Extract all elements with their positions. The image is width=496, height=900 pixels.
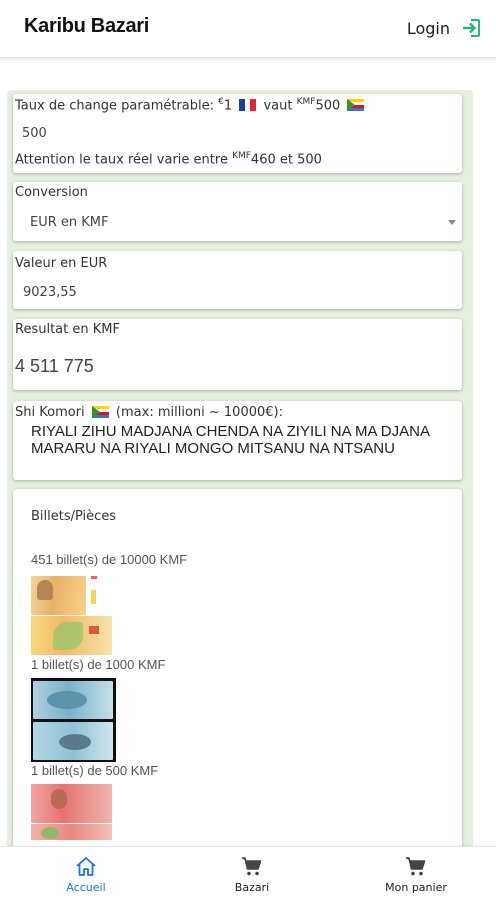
rate-amount: 1 [223, 98, 233, 114]
rate-vaut: vaut [263, 98, 297, 114]
banknote-500-front-image [31, 784, 112, 823]
eur-value-field[interactable]: Valeur en EUR 9023,55 [13, 251, 462, 309]
rate-label: Taux de change paramétrable: €1 vaut KMF… [15, 97, 367, 113]
notes-title: Billets/Pièces [31, 509, 117, 524]
comoros-flag-icon [347, 99, 365, 112]
bottom-navigation: Accueil Bazari Mon panier [0, 846, 496, 900]
shikomori-label: Shi Komori (max: millioni ~ 10000€): [15, 405, 283, 420]
conversion-label: Conversion [15, 185, 88, 200]
nav-accueil[interactable]: Accueil [56, 847, 116, 900]
shikomori-label-text: Shi Komori [15, 405, 85, 420]
kmf-result-label: Resultat en KMF [15, 322, 120, 337]
kmf-result-field: Resultat en KMF 4 511 775 [13, 319, 462, 390]
app-header: Karibu Bazari Login [0, 0, 496, 58]
kmf-sup: KMF [296, 97, 316, 107]
shikomori-card: Shi Komori (max: millioni ~ 10000€): RIY… [13, 401, 462, 480]
nav-mon-panier[interactable]: Mon panier [376, 847, 456, 900]
cart-icon [406, 857, 426, 876]
conversion-selected[interactable]: EUR en KMF [30, 215, 108, 230]
converter-panel: Taux de change paramétrable: €1 vaut KMF… [7, 90, 473, 848]
comoros-flag-icon [91, 406, 109, 418]
banknote-1000-front-image [33, 681, 113, 719]
rate-warning: Attention le taux réel varie entre KMF46… [15, 151, 322, 167]
login-label: Login [406, 18, 450, 38]
brand-title[interactable]: Karibu Bazari [24, 15, 149, 38]
france-flag-icon [239, 99, 257, 112]
nav-accueil-label: Accueil [66, 881, 106, 894]
nav-mon-panier-label: Mon panier [385, 881, 447, 894]
conversion-select[interactable]: Conversion EUR en KMF [13, 182, 462, 241]
banknote-10000-back-image [31, 616, 112, 655]
rate-label-text: Taux de change paramétrable: [15, 98, 219, 114]
rate-input[interactable]: 500 [22, 126, 47, 141]
shikomori-text: RIYALI ZIHU MADJANA CHENDA NA ZIYILI NA … [31, 423, 430, 457]
nav-bazari-label: Bazari [234, 881, 270, 894]
banknote-1000-back-image [33, 722, 113, 760]
login-button[interactable]: Login [407, 17, 482, 39]
banknote-1000-image [31, 678, 116, 762]
note-line-10000: 451 billet(s) de 10000 KMF [31, 552, 188, 567]
eur-value-label: Valeur en EUR [15, 256, 108, 271]
notes-card: Billets/Pièces 451 billet(s) de 10000 KM… [13, 489, 462, 848]
warning-kmf-sup: KMF [232, 151, 251, 161]
dropdown-arrow-icon[interactable] [448, 220, 456, 225]
eur-value-input[interactable]: 9023,55 [23, 285, 77, 300]
rate-value-label: 500 [315, 98, 341, 114]
note-line-500: 1 billet(s) de 500 KMF [31, 763, 159, 778]
cart-icon [242, 857, 262, 876]
kmf-result-value: 4 511 775 [15, 356, 94, 376]
warning-range: 460 et 500 [250, 152, 322, 168]
shikomori-max-text: (max: millioni ~ 10000€): [115, 405, 283, 420]
login-arrow-icon [463, 19, 480, 37]
banknote-500-back-image [31, 824, 112, 840]
home-icon [76, 857, 96, 876]
rate-card: Taux de change paramétrable: €1 vaut KMF… [13, 94, 462, 173]
nav-bazari[interactable]: Bazari [222, 847, 282, 900]
banknote-10000-front-image [31, 576, 112, 615]
warning-text: Attention le taux réel varie entre [15, 152, 233, 168]
note-line-1000: 1 billet(s) de 1000 KMF [31, 657, 166, 672]
